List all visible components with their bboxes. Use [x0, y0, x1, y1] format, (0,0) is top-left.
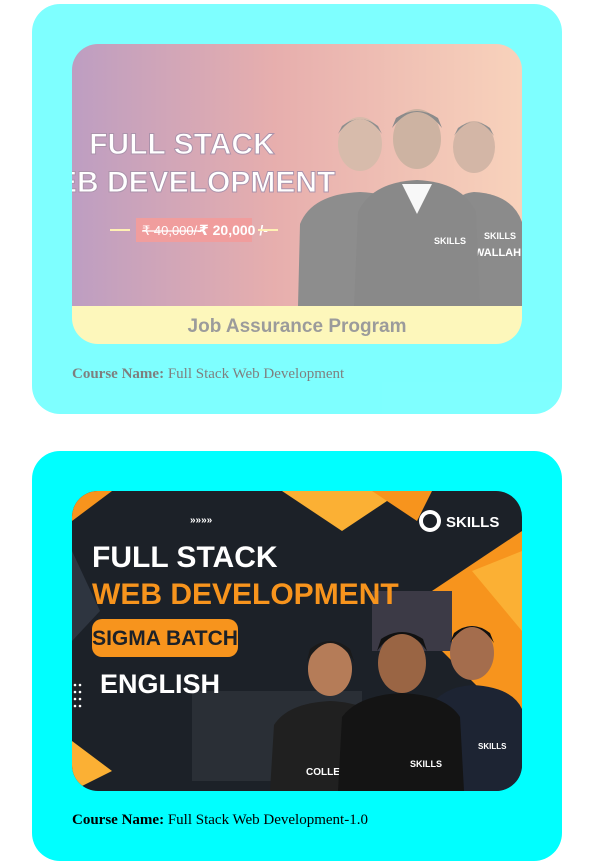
shirt-text-right: WALLAH	[474, 247, 521, 259]
course-caption-1: Course Name: Full Stack Web Development	[72, 366, 344, 383]
course-card-2[interactable]: »»»» SKILLS FULL STACK WEB DEVELOPMENT S…	[32, 451, 562, 861]
shirt-badge-right: SKILLS	[484, 231, 516, 241]
banner-title-line2: WEB DEVELOPMENT	[72, 166, 335, 199]
shirt-badge-center: SKILLS	[410, 759, 442, 769]
title-line2: WEB DEVELOPMENT	[92, 578, 399, 611]
banner-title-line1: FULL STACK	[89, 128, 275, 161]
shirt-badge-center: SKILLS	[434, 236, 466, 246]
course-name-label: Course Name:	[72, 812, 165, 828]
title-line1: FULL STACK	[92, 541, 278, 574]
thumbnail-2-graphic: »»»» SKILLS FULL STACK WEB DEVELOPMENT S…	[72, 491, 522, 791]
course-thumbnail-2[interactable]: »»»» SKILLS FULL STACK WEB DEVELOPMENT S…	[72, 491, 522, 791]
new-price: ₹ 20,000 /-	[199, 222, 268, 238]
course-name-label: Course Name:	[72, 366, 165, 382]
course-name-value: Full Stack Web Development-1.0	[167, 812, 368, 828]
language-label: ENGLISH	[100, 669, 220, 699]
course-card-1[interactable]: FULL STACK WEB DEVELOPMENT ₹ 40,000/- ₹ …	[32, 4, 562, 414]
shirt-badge-right: SKILLS	[478, 742, 507, 751]
course-name-value: Full Stack Web Development	[167, 366, 345, 382]
brand-label: SKILLS	[446, 514, 499, 531]
job-assurance-label: Job Assurance Program	[188, 316, 407, 337]
course-thumbnail-1[interactable]: FULL STACK WEB DEVELOPMENT ₹ 40,000/- ₹ …	[72, 44, 522, 344]
arrows-mark: »»»»	[190, 515, 213, 526]
old-price: ₹ 40,000/-	[142, 223, 202, 238]
batch-label: SIGMA BATCH	[92, 627, 238, 650]
thumbnail-1-graphic: FULL STACK WEB DEVELOPMENT ₹ 40,000/- ₹ …	[72, 44, 522, 344]
course-caption-2: Course Name: Full Stack Web Development-…	[72, 812, 368, 829]
